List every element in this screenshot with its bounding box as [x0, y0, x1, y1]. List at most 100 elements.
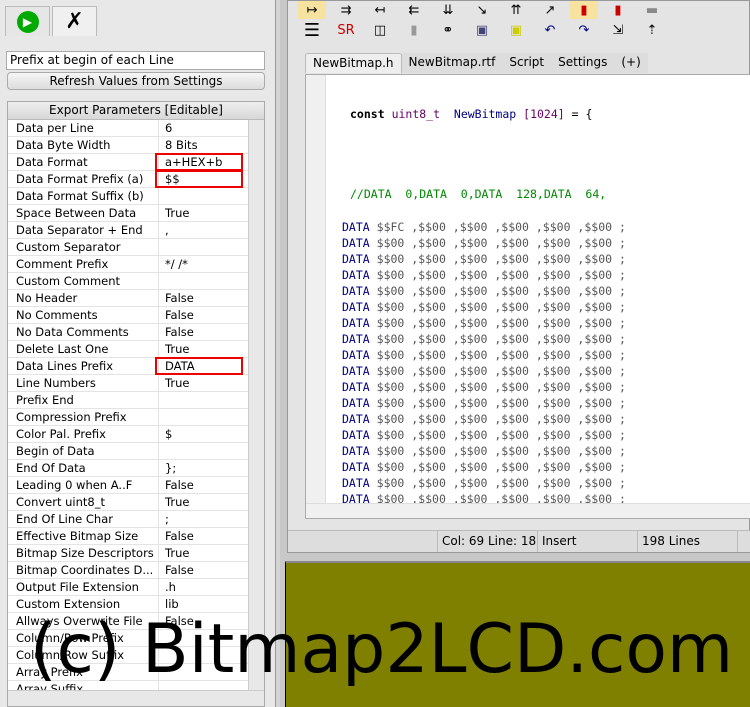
grid-row[interactable]: Compression Prefix [8, 409, 248, 426]
grid-row[interactable]: Data Format a+HEX+b [8, 153, 248, 171]
param-value[interactable] [159, 392, 248, 408]
param-value[interactable] [159, 188, 248, 204]
undo-icon[interactable]: ↶ [536, 21, 564, 39]
grid-row[interactable]: Space Between Data True [8, 205, 248, 222]
doc-tab[interactable]: Settings [551, 53, 614, 73]
param-value[interactable]: True [159, 375, 248, 391]
page-icon[interactable]: ▮ [400, 21, 428, 39]
line-values: $$00 ,$$00 ,$$00 ,$$00 ,$$00 ,$$00 ; [376, 396, 626, 410]
param-value[interactable] [159, 409, 248, 425]
param-value[interactable]: False [159, 562, 248, 578]
param-value[interactable]: ; [159, 511, 248, 527]
code-editor[interactable]: const uint8_t NewBitmap [1024] = { //DAT… [305, 74, 750, 519]
param-value[interactable]: }; [159, 460, 248, 476]
bar-left-icon[interactable]: ▮ [570, 1, 598, 19]
array-size: 1024 [530, 107, 558, 121]
grid-row[interactable]: Data Separator + End, [8, 222, 248, 239]
binoculars-icon[interactable]: ⚭ [434, 21, 462, 39]
double-arrow-left-icon[interactable]: ⇇ [400, 1, 428, 19]
grid-row[interactable]: Data Format Suffix (b) [8, 188, 248, 205]
curve-arrow-icon[interactable]: ↗ [536, 1, 564, 19]
line-values: $$FC ,$$00 ,$$00 ,$$00 ,$$00 ,$$00 ; [376, 220, 626, 234]
save-as-icon[interactable]: ▣ [502, 21, 530, 39]
doc-tab[interactable]: NewBitmap.rtf [402, 53, 503, 73]
doc-tab[interactable]: Script [502, 53, 551, 73]
grid-row[interactable]: Output File Extension .h [8, 579, 248, 596]
grid-row[interactable]: No Comments False [8, 307, 248, 324]
param-value[interactable]: False [159, 290, 248, 306]
param-value[interactable]: .h [159, 579, 248, 595]
param-value[interactable]: $$ [155, 170, 243, 188]
wrap-icon[interactable]: ⇲ [604, 21, 632, 39]
save-icon[interactable]: ▣ [468, 21, 496, 39]
line-prefix: DATA [342, 268, 370, 282]
data-line: DATA $$00 ,$$00 ,$$00 ,$$00 ,$$00 ,$$00 … [342, 267, 626, 283]
grid-row[interactable]: End Of Data}; [8, 460, 248, 477]
grid-row[interactable]: Leading 0 when A..F False [8, 477, 248, 494]
param-value[interactable]: $ [159, 426, 248, 442]
grid-row[interactable]: No Header False [8, 290, 248, 307]
menu-icon[interactable]: ☰ [298, 20, 326, 41]
tab-tools[interactable]: ✗ [52, 6, 97, 36]
sort-icon[interactable]: ⇡ [638, 21, 666, 39]
arrow-left-icon[interactable]: ↤ [366, 1, 394, 19]
param-value[interactable]: 8 Bits [159, 137, 248, 153]
tab-run[interactable]: ▶ [5, 6, 50, 36]
data-line: DATA $$00 ,$$00 ,$$00 ,$$00 ,$$00 ,$$00 … [342, 251, 626, 267]
param-value[interactable] [159, 239, 248, 255]
param-value[interactable]: False [159, 528, 248, 544]
param-value[interactable]: , [159, 222, 248, 238]
grid-row[interactable]: Bitmap Coordinates D... False [8, 562, 248, 579]
grid-row[interactable]: Custom Comment [8, 273, 248, 290]
grid-row[interactable]: Line Numbers True [8, 375, 248, 392]
editor-horizontal-scrollbar[interactable] [306, 503, 750, 518]
param-value[interactable]: True [159, 341, 248, 357]
line-count: 198 Lines [638, 531, 738, 552]
grid-row[interactable]: Comment Prefix */ /* [8, 256, 248, 273]
param-value[interactable] [159, 273, 248, 289]
param-value[interactable]: False [159, 324, 248, 340]
grid-row[interactable]: Begin of Data [8, 443, 248, 460]
param-value[interactable]: True [159, 205, 248, 221]
search-replace-icon[interactable]: SR [332, 21, 360, 39]
refresh-values-button[interactable]: Refresh Values from Settings [7, 72, 265, 90]
grid-row[interactable]: Data per Line 6 [8, 120, 248, 137]
line-values: $$00 ,$$00 ,$$00 ,$$00 ,$$00 ,$$00 ; [376, 348, 626, 362]
grid-row[interactable]: No Data Comments False [8, 324, 248, 341]
doc-tab[interactable]: NewBitmap.h [305, 53, 402, 73]
grid-row[interactable]: Bitmap Size Descriptors True [8, 545, 248, 562]
param-name: Bitmap Size Descriptors [8, 545, 159, 561]
grid-row[interactable]: Data Byte Width 8 Bits [8, 137, 248, 154]
arrow-down-icon[interactable]: ⇊ [434, 1, 462, 19]
doc-tab[interactable]: (+) [614, 53, 647, 73]
param-name: No Comments [8, 307, 159, 323]
diagonal-arrow-icon[interactable]: ↘ [468, 1, 496, 19]
grid-row[interactable]: Convert uint8_t True [8, 494, 248, 511]
param-value[interactable]: a+HEX+b [155, 153, 243, 171]
arrows-up-icon[interactable]: ⇈ [502, 1, 530, 19]
tools-icon: ✗ [65, 9, 84, 34]
arrow-right-icon[interactable]: ↦ [298, 1, 326, 19]
grid-row[interactable]: End Of Line Char ; [8, 511, 248, 528]
param-value[interactable]: True [159, 545, 248, 561]
grid-row[interactable]: Prefix End [8, 392, 248, 409]
split-view-icon[interactable]: ◫ [366, 21, 394, 39]
grid-row[interactable]: Delete Last One True [8, 341, 248, 358]
image-icon[interactable]: ▬ [638, 1, 666, 19]
bar-right-icon[interactable]: ▮ [604, 1, 632, 19]
param-value[interactable] [159, 443, 248, 459]
double-arrow-icon[interactable]: ⇉ [332, 1, 360, 19]
param-value[interactable]: False [159, 307, 248, 323]
grid-row[interactable]: Custom Separator [8, 239, 248, 256]
param-value[interactable]: */ /* [159, 256, 248, 272]
param-value[interactable]: False [159, 477, 248, 493]
grid-row[interactable]: Effective Bitmap Size False [8, 528, 248, 545]
grid-row[interactable]: Data Lines Prefix DATA [8, 357, 248, 375]
param-value[interactable]: 6 [159, 120, 248, 136]
grid-row[interactable]: Data Format Prefix (a) $$ [8, 170, 248, 188]
grid-row[interactable]: Color Pal. Prefix $ [8, 426, 248, 443]
param-value[interactable]: DATA [155, 357, 243, 375]
line-values: $$00 ,$$00 ,$$00 ,$$00 ,$$00 ,$$00 ; [376, 316, 626, 330]
redo-icon[interactable]: ↷ [570, 21, 598, 39]
param-value[interactable]: True [159, 494, 248, 510]
